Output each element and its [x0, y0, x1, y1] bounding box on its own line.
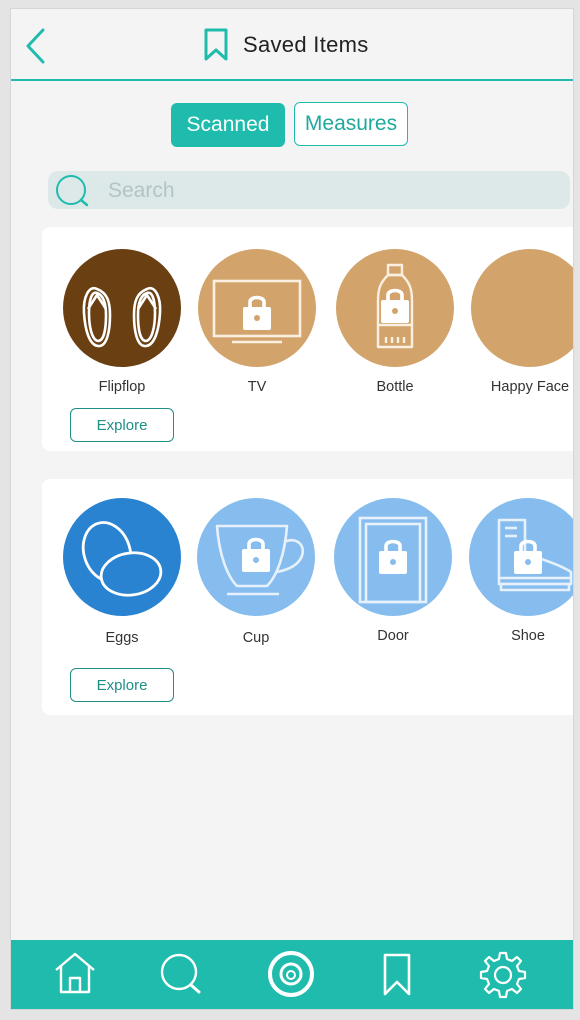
- shoe-icon: [469, 498, 573, 616]
- bottle-icon: [336, 249, 454, 367]
- bookmark-icon: [204, 28, 228, 61]
- cup-icon: [197, 498, 315, 616]
- saved-group-card: Flipflop TV Bottle Happy Face Explore: [42, 227, 573, 451]
- tab-scanned[interactable]: Scanned: [171, 103, 285, 147]
- item-label: Cup: [242, 630, 270, 646]
- flipflop-icon: [63, 249, 181, 367]
- happy-face-icon: [471, 249, 573, 367]
- saved-item-flipflop[interactable]: Flipflop: [62, 249, 182, 395]
- lock-icon: [514, 539, 542, 574]
- saved-item-bottle[interactable]: Bottle: [335, 249, 455, 395]
- search-icon: [56, 175, 89, 207]
- lock-icon: [243, 295, 271, 330]
- search-icon: [160, 953, 201, 994]
- saved-group-card: Eggs Cup Door Shoe Explore: [42, 479, 573, 715]
- item-label: Shoe: [511, 628, 545, 644]
- explore-button[interactable]: Explore: [70, 408, 174, 442]
- door-icon: [334, 498, 452, 616]
- search-input[interactable]: [106, 174, 550, 208]
- saved-item-happy-face[interactable]: Happy Face: [470, 249, 573, 395]
- item-label: Door: [377, 628, 409, 644]
- lock-icon: [381, 288, 409, 323]
- lock-icon: [242, 537, 270, 572]
- bottom-tab-bar: [11, 940, 573, 1009]
- explore-button[interactable]: Explore: [70, 668, 174, 702]
- saved-item-tv[interactable]: TV: [197, 249, 317, 395]
- tab-settings[interactable]: [475, 948, 531, 1000]
- item-label: Happy Face: [490, 379, 570, 395]
- saved-item-door[interactable]: Door: [333, 498, 453, 644]
- header: Saved Items: [11, 9, 573, 81]
- settings-icon: [479, 951, 527, 999]
- bookmark-icon: [383, 953, 411, 996]
- tab-measures[interactable]: Measures: [294, 102, 408, 146]
- item-label: TV: [247, 379, 267, 395]
- camera-icon: [268, 951, 314, 997]
- lock-icon: [379, 539, 407, 574]
- tab-saved[interactable]: [369, 948, 425, 1000]
- page-title: Saved Items: [203, 27, 369, 63]
- item-label: Bottle: [376, 379, 414, 395]
- saved-item-cup[interactable]: Cup: [196, 498, 316, 646]
- saved-item-shoe[interactable]: Shoe: [468, 498, 573, 644]
- saved-item-eggs[interactable]: Eggs: [62, 498, 182, 646]
- tab-scan[interactable]: [263, 948, 319, 1000]
- item-label: Eggs: [105, 630, 139, 646]
- eggs-icon: [63, 498, 181, 616]
- tab-home[interactable]: [47, 948, 103, 1000]
- search-bar: [48, 171, 570, 209]
- home-icon: [55, 952, 95, 994]
- back-button[interactable]: [23, 27, 53, 65]
- page-title-text: Saved Items: [243, 32, 369, 57]
- tab-search[interactable]: [153, 948, 209, 1000]
- item-label: Flipflop: [98, 379, 146, 395]
- app-screen: Saved Items Scanned Measures Search Flip…: [10, 8, 574, 1010]
- tv-icon: [198, 249, 316, 367]
- chevron-left-icon: [26, 28, 45, 64]
